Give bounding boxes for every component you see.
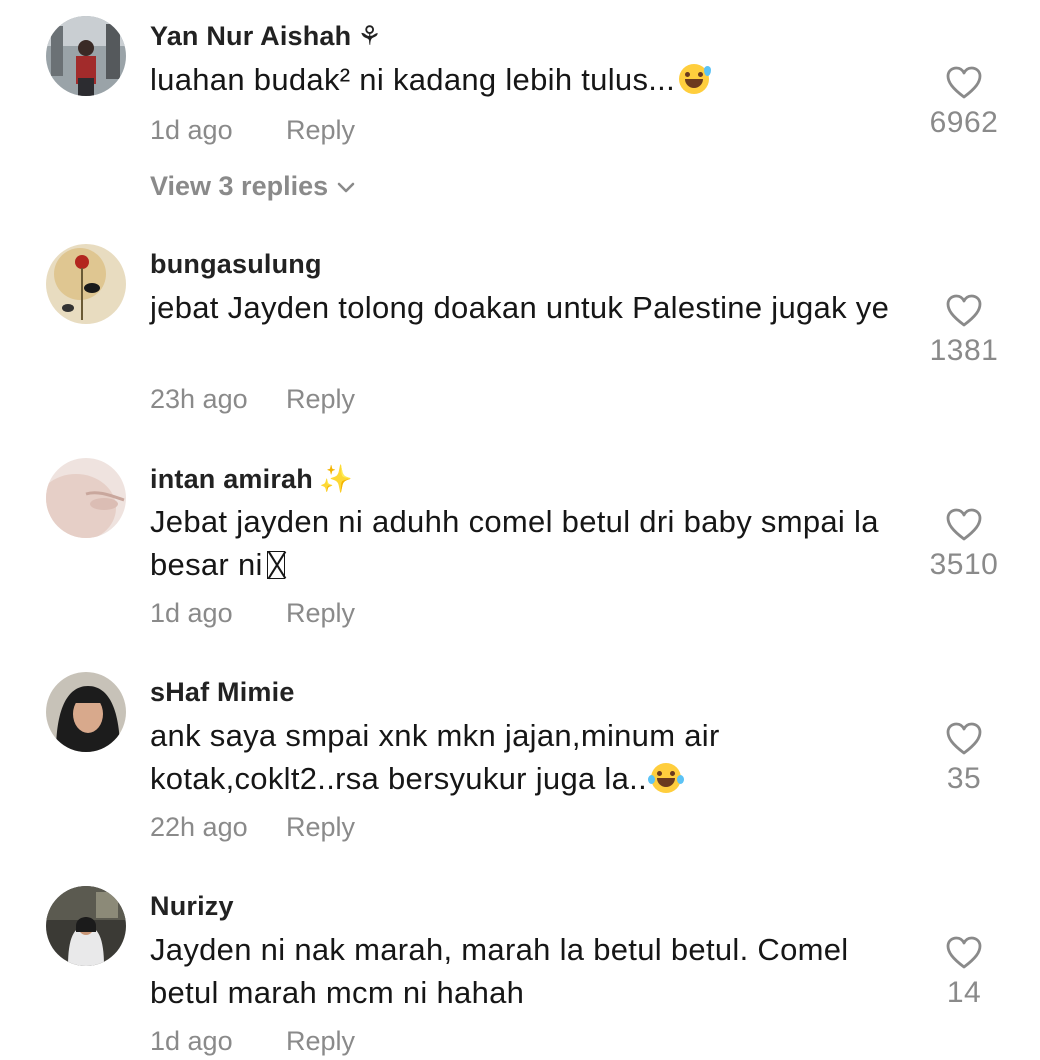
avatar[interactable] [46,672,126,752]
heart-outline-icon [946,294,982,327]
username[interactable]: intan amirah ✨ [150,463,353,495]
like-count: 14 [946,976,982,1009]
comment-text: ank saya smpai xnk mkn jajan,minum air k… [150,718,720,796]
reply-button[interactable]: Reply [286,598,355,629]
heart-outline-icon [946,508,982,541]
comment-text: jebat Jayden tolong doakan untuk Palesti… [150,290,890,325]
heart-outline-icon [946,66,982,99]
like-button[interactable]: 14 [924,936,1004,1010]
like-count: 1381 [929,334,999,367]
comment-text: Jayden ni nak marah, marah la betul betu… [150,932,849,1010]
reply-button[interactable]: Reply [286,1026,355,1057]
flower-icon: ⚘ [357,21,382,51]
comment-meta: 1d ago Reply [150,115,355,146]
comment-meta: 1d ago Reply [150,1026,355,1057]
reply-button[interactable]: Reply [286,812,355,843]
view-replies-button[interactable]: View 3 replies [150,171,356,202]
username[interactable]: Yan Nur Aishah ⚘ [150,21,382,52]
comment-text: luahan budak² ni kadang lebih tulus... [150,58,890,101]
heart-outline-icon [946,936,982,969]
missing-glyph-icon [266,551,285,579]
sparkles-icon: ✨ [318,464,353,494]
like-count: 3510 [929,548,999,581]
timestamp: 1d ago [150,1026,233,1056]
username[interactable]: bungasulung [150,249,322,280]
like-button[interactable]: 1381 [924,294,1004,368]
tears-of-joy-emoji-icon [648,763,684,793]
avatar[interactable] [46,16,126,96]
comments-list: Yan Nur Aishah ⚘ luahan budak² ni kadang … [0,0,1040,1060]
timestamp: 1d ago [150,115,233,145]
username[interactable]: sHaf Mimie [150,677,295,708]
timestamp: 22h ago [150,812,248,842]
comment-meta: 1d ago Reply [150,598,355,629]
chevron-down-icon [337,182,355,193]
avatar[interactable] [46,244,126,324]
reply-button[interactable]: Reply [286,115,355,146]
timestamp: 1d ago [150,598,233,628]
avatar[interactable] [46,886,126,966]
comment-meta: 22h ago Reply [150,812,355,843]
reply-button[interactable]: Reply [286,384,355,415]
like-button[interactable]: 35 [924,722,1004,796]
heart-outline-icon [946,722,982,755]
like-button[interactable]: 6962 [924,66,1004,140]
username[interactable]: Nurizy [150,891,234,922]
like-count: 6962 [929,106,999,139]
avatar[interactable] [46,458,126,538]
comment-text: Jebat jayden ni aduhh comel betul dri ba… [150,504,879,582]
comment-meta: 23h ago Reply [150,384,355,415]
timestamp: 23h ago [150,384,248,414]
like-button[interactable]: 3510 [924,508,1004,582]
sweat-smile-emoji-icon [679,64,711,94]
like-count: 35 [946,762,982,795]
